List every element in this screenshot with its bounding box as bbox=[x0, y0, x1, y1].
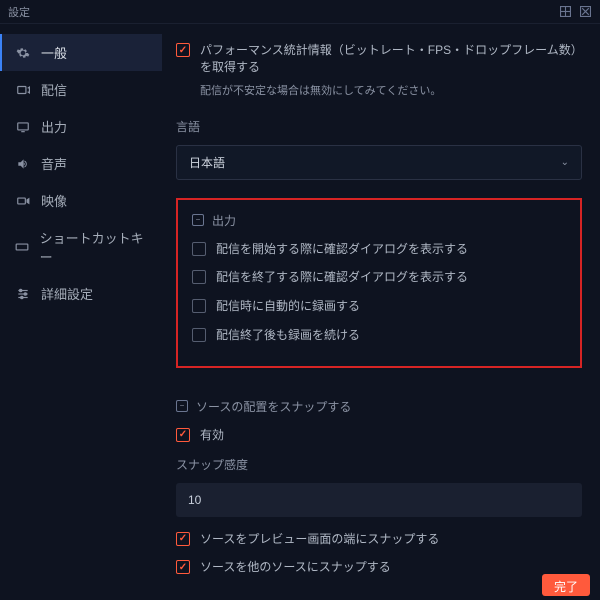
output-section: − 出力 配信を開始する際に確認ダイアログを表示する 配信を終了する際に確認ダイ… bbox=[176, 198, 582, 368]
sidebar-item-hotkeys[interactable]: ショートカットキー bbox=[0, 219, 162, 275]
sidebar-item-video[interactable]: 映像 bbox=[0, 182, 162, 219]
done-button[interactable]: 完了 bbox=[542, 574, 590, 596]
audio-icon bbox=[15, 156, 31, 172]
snap-enabled-checkbox[interactable] bbox=[176, 428, 190, 442]
sidebar-item-general[interactable]: 一般 bbox=[0, 34, 162, 71]
sidebar-item-label: 音声 bbox=[41, 154, 67, 173]
perf-stats-note: 配信が不安定な場合は無効にしてみてください。 bbox=[200, 82, 582, 98]
snap-enabled-row[interactable]: 有効 bbox=[176, 427, 582, 444]
language-label: 言語 bbox=[176, 118, 582, 135]
window-title: 設定 bbox=[8, 4, 30, 20]
output-icon bbox=[15, 119, 31, 135]
output-section-title: 出力 bbox=[212, 212, 236, 229]
checkbox[interactable] bbox=[176, 532, 190, 546]
snap-other-sources-row[interactable]: ソースを他のソースにスナップする bbox=[176, 559, 582, 574]
output-section-header[interactable]: − 出力 bbox=[192, 212, 566, 229]
sidebar: 一般 配信 出力 音声 映像 ショートカットキー 詳細設定 bbox=[0, 24, 162, 574]
checkbox[interactable] bbox=[192, 270, 206, 284]
snap-sensitivity-label: スナップ感度 bbox=[176, 456, 582, 473]
output-check-start-confirm[interactable]: 配信を開始する際に確認ダイアログを表示する bbox=[192, 241, 566, 258]
sidebar-item-label: 詳細設定 bbox=[41, 284, 93, 303]
output-check-stop-confirm[interactable]: 配信を終了する際に確認ダイアログを表示する bbox=[192, 269, 566, 286]
titlebar: 設定 bbox=[0, 0, 600, 24]
sidebar-item-label: 映像 bbox=[41, 191, 67, 210]
collapse-icon: − bbox=[192, 214, 204, 226]
gear-icon bbox=[15, 45, 31, 61]
sidebar-item-stream[interactable]: 配信 bbox=[0, 71, 162, 108]
language-select[interactable]: 日本語 ⌄ bbox=[176, 145, 582, 180]
perf-stats-row[interactable]: パフォーマンス統計情報（ビットレート・FPS・ドロップフレーム数）を取得する bbox=[176, 42, 582, 76]
sidebar-item-label: 出力 bbox=[41, 117, 67, 136]
close-icon[interactable] bbox=[578, 5, 592, 19]
footer: 完了 bbox=[0, 574, 600, 600]
sidebar-item-label: 配信 bbox=[41, 80, 67, 99]
sliders-icon bbox=[15, 286, 31, 302]
snap-sensitivity-input[interactable]: 10 bbox=[176, 483, 582, 517]
output-check-auto-record[interactable]: 配信時に自動的に録画する bbox=[192, 298, 566, 315]
snap-section-header[interactable]: − ソースの配置をスナップする bbox=[176, 398, 582, 415]
main-panel: パフォーマンス統計情報（ビットレート・FPS・ドロップフレーム数）を取得する 配… bbox=[162, 24, 600, 574]
snap-section: − ソースの配置をスナップする 有効 スナップ感度 10 ソースをプレビュー画面… bbox=[176, 386, 582, 574]
video-icon bbox=[15, 193, 31, 209]
checkbox[interactable] bbox=[192, 242, 206, 256]
collapse-icon: − bbox=[176, 400, 188, 412]
broadcast-icon bbox=[15, 82, 31, 98]
output-check-keep-recording[interactable]: 配信終了後も録画を続ける bbox=[192, 327, 566, 344]
perf-stats-label: パフォーマンス統計情報（ビットレート・FPS・ドロップフレーム数）を取得する bbox=[200, 42, 582, 76]
sidebar-item-audio[interactable]: 音声 bbox=[0, 145, 162, 182]
language-value: 日本語 bbox=[189, 154, 225, 171]
chevron-down-icon: ⌄ bbox=[561, 157, 569, 168]
keyboard-icon bbox=[15, 239, 30, 255]
perf-stats-checkbox[interactable] bbox=[176, 43, 190, 57]
checkbox[interactable] bbox=[192, 328, 206, 342]
checkbox[interactable] bbox=[176, 560, 190, 574]
sidebar-item-label: ショートカットキー bbox=[40, 228, 147, 266]
maximize-icon[interactable] bbox=[558, 5, 572, 19]
snap-section-title: ソースの配置をスナップする bbox=[196, 398, 351, 415]
sidebar-item-output[interactable]: 出力 bbox=[0, 108, 162, 145]
snap-preview-edge-row[interactable]: ソースをプレビュー画面の端にスナップする bbox=[176, 531, 582, 548]
sidebar-item-advanced[interactable]: 詳細設定 bbox=[0, 275, 162, 312]
checkbox[interactable] bbox=[192, 299, 206, 313]
sidebar-item-label: 一般 bbox=[41, 43, 67, 62]
